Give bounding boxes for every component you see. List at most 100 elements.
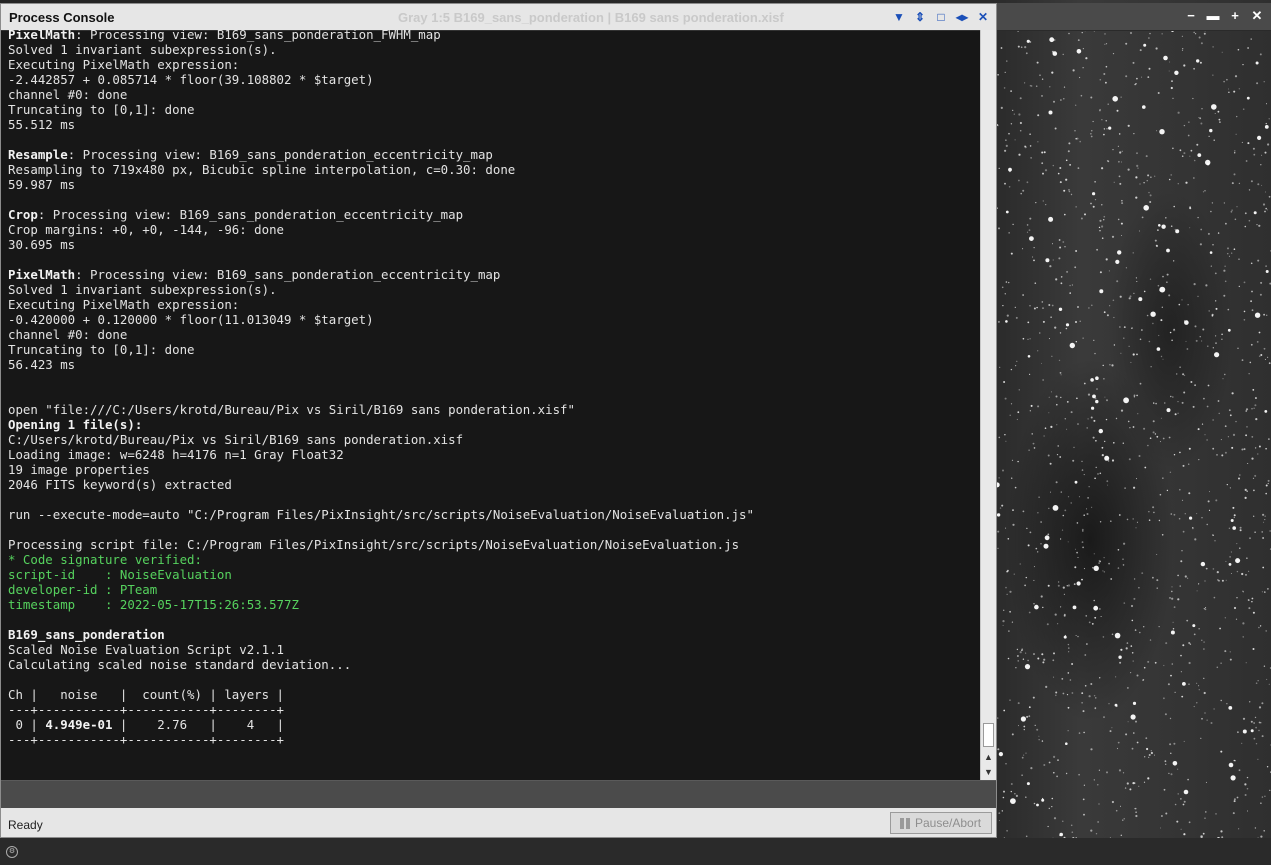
star xyxy=(1173,260,1175,262)
star xyxy=(1258,445,1261,448)
star xyxy=(1103,133,1105,136)
star xyxy=(1065,772,1068,775)
star xyxy=(1112,299,1115,302)
star xyxy=(1123,542,1126,545)
minimize-icon[interactable]: − xyxy=(1183,9,1199,23)
star xyxy=(1236,570,1239,573)
shade-icon[interactable]: ◂▸ xyxy=(955,10,969,24)
star xyxy=(1235,558,1241,564)
star xyxy=(1026,527,1028,530)
star xyxy=(1132,252,1134,254)
star xyxy=(1193,633,1196,636)
resize-arrows-icon[interactable]: ⇕ xyxy=(913,10,927,24)
console-titlebar[interactable]: Process Console Gray 1:5 B169_sans_ponde… xyxy=(1,4,996,31)
star xyxy=(997,748,1000,751)
console-output-area[interactable]: PixelMath: Processing view: B169_sans_po… xyxy=(1,30,980,780)
star xyxy=(1203,397,1205,400)
star xyxy=(1188,821,1191,824)
star xyxy=(1025,652,1027,654)
star xyxy=(1083,382,1086,385)
star xyxy=(1022,294,1024,296)
star xyxy=(1267,356,1269,358)
star xyxy=(1063,86,1066,88)
star xyxy=(1226,78,1228,81)
star xyxy=(1162,275,1164,278)
star xyxy=(1133,394,1136,397)
star xyxy=(1225,579,1227,581)
star xyxy=(1136,353,1138,356)
star xyxy=(1215,307,1218,310)
star xyxy=(1201,108,1203,110)
star xyxy=(1262,203,1266,206)
star xyxy=(1034,282,1037,285)
chevron-down-icon[interactable]: ▼ xyxy=(892,10,906,24)
close-icon[interactable]: ✕ xyxy=(1249,9,1265,23)
star xyxy=(1203,677,1205,679)
console-line: ---+-----------+-----------+--------+ xyxy=(8,732,284,747)
star xyxy=(1164,402,1166,404)
star xyxy=(1228,563,1232,566)
star xyxy=(1082,530,1084,532)
star xyxy=(1160,355,1163,358)
pause-abort-button[interactable]: Pause/Abort xyxy=(890,812,992,834)
star xyxy=(1179,585,1181,587)
star xyxy=(1050,316,1052,318)
console-line-segment: Resample xyxy=(8,147,68,162)
star xyxy=(1198,689,1200,691)
close-icon[interactable]: ✕ xyxy=(976,10,990,24)
star xyxy=(1218,412,1220,415)
star xyxy=(1067,730,1069,732)
star xyxy=(1265,447,1267,450)
star xyxy=(1105,120,1107,122)
star xyxy=(1180,798,1182,800)
star xyxy=(1091,506,1093,508)
maximize-icon[interactable]: + xyxy=(1227,9,1243,23)
star xyxy=(1048,338,1050,340)
star xyxy=(1010,783,1013,785)
star xyxy=(1246,787,1249,790)
star xyxy=(1097,821,1099,823)
star xyxy=(1077,167,1080,170)
star xyxy=(1010,790,1012,793)
scrollbar-thumb[interactable] xyxy=(983,723,994,747)
star xyxy=(1120,834,1123,836)
scroll-down-icon[interactable]: ▼ xyxy=(982,767,995,777)
star xyxy=(1172,621,1174,623)
console-scrollbar[interactable]: ▲ ▼ xyxy=(980,30,996,780)
star xyxy=(1156,579,1159,582)
star xyxy=(1086,643,1088,645)
star xyxy=(1133,133,1135,135)
shade-icon[interactable]: ▬ xyxy=(1205,9,1221,23)
star xyxy=(1121,235,1122,236)
console-line-segment: Truncating to [0,1]: done xyxy=(8,102,195,117)
scroll-up-icon[interactable]: ▲ xyxy=(982,752,995,762)
star xyxy=(1111,633,1114,636)
console-command-input[interactable] xyxy=(1,780,996,810)
console-line-segment: Opening 1 file(s): xyxy=(8,417,143,432)
star xyxy=(1216,571,1219,574)
star xyxy=(1216,454,1218,456)
star xyxy=(1233,516,1236,519)
star xyxy=(1041,162,1044,165)
star xyxy=(1049,37,1055,43)
star xyxy=(1073,446,1075,449)
star xyxy=(1176,373,1178,375)
star xyxy=(1051,806,1053,808)
star xyxy=(1202,191,1205,193)
console-line: open "file:///C:/Users/krotd/Bureau/Pix … xyxy=(8,402,575,417)
star xyxy=(1254,474,1257,477)
star xyxy=(997,125,999,127)
star xyxy=(1226,484,1228,486)
star xyxy=(1152,431,1155,434)
star xyxy=(1125,267,1127,269)
star xyxy=(1112,96,1118,102)
star xyxy=(1012,523,1015,526)
star xyxy=(1004,434,1006,436)
star xyxy=(1190,149,1193,152)
star xyxy=(1254,447,1257,449)
star xyxy=(1170,773,1173,776)
settings-icon[interactable]: ⚙ xyxy=(6,846,18,858)
image-window-titlebar[interactable]: − ▬ + ✕ xyxy=(996,3,1271,31)
restore-icon[interactable]: □ xyxy=(934,10,948,24)
star xyxy=(1075,548,1076,550)
